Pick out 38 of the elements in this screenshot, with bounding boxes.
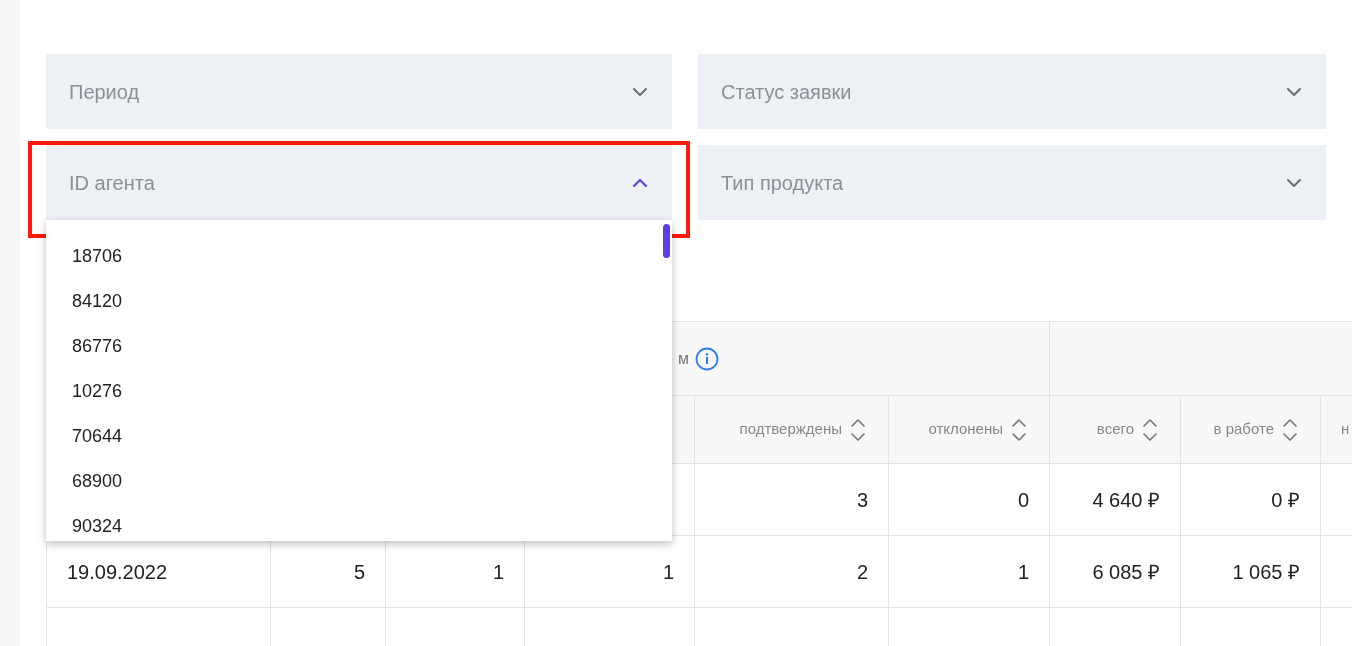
select-field[interactable]: Период xyxy=(46,54,672,129)
dropdown-option[interactable]: 68900 xyxy=(46,459,672,504)
column-header[interactable]: отклонены xyxy=(928,418,1003,441)
table-cell: 0 xyxy=(889,464,1050,535)
dropdown-option[interactable]: 18706 xyxy=(46,234,672,279)
info-icon[interactable] xyxy=(695,346,719,371)
scrollbar-thumb[interactable] xyxy=(663,224,670,258)
chevron-down-icon xyxy=(1286,177,1302,188)
column-header[interactable]: н xyxy=(1341,418,1350,441)
sort-icon[interactable] xyxy=(1142,416,1158,443)
column-header[interactable]: в работе xyxy=(1213,418,1274,441)
select-field[interactable]: Статус заявки xyxy=(698,54,1326,129)
table-cell: 0 ₽ xyxy=(1181,464,1321,535)
sort-icon[interactable] xyxy=(1011,416,1027,443)
sort-icon[interactable] xyxy=(1282,416,1298,443)
column-header[interactable]: подтверждены xyxy=(739,418,842,441)
select-placeholder: Период xyxy=(69,79,140,105)
chevron-up-icon xyxy=(632,177,648,188)
dropdown-option[interactable]: 70644 xyxy=(46,414,672,459)
table-cell: 6 085 ₽ xyxy=(1050,536,1181,607)
select-placeholder: Статус заявки xyxy=(721,79,852,105)
dropdown-option[interactable]: 86776 xyxy=(46,324,672,369)
chevron-down-icon xyxy=(632,86,648,97)
sort-icon[interactable] xyxy=(850,416,866,443)
select-field[interactable]: Тип продукта xyxy=(698,145,1326,220)
select-field[interactable]: ID агента xyxy=(46,145,672,220)
table-cell: 3 xyxy=(695,464,889,535)
dropdown-option[interactable]: 84120 xyxy=(46,279,672,324)
table-cell: 4 640 ₽ xyxy=(1050,464,1181,535)
dropdown-option[interactable]: 10276 xyxy=(46,369,672,414)
column-header[interactable]: всего xyxy=(1096,418,1134,441)
group-header-text: м xyxy=(678,348,689,369)
select-placeholder: ID агента xyxy=(69,170,155,196)
table-cell: 1 xyxy=(889,536,1050,607)
table-cell: 1 065 ₽ xyxy=(1181,536,1321,607)
select-placeholder: Тип продукта xyxy=(721,170,844,196)
table-cell: 2 xyxy=(695,536,889,607)
chevron-down-icon xyxy=(1286,86,1302,97)
